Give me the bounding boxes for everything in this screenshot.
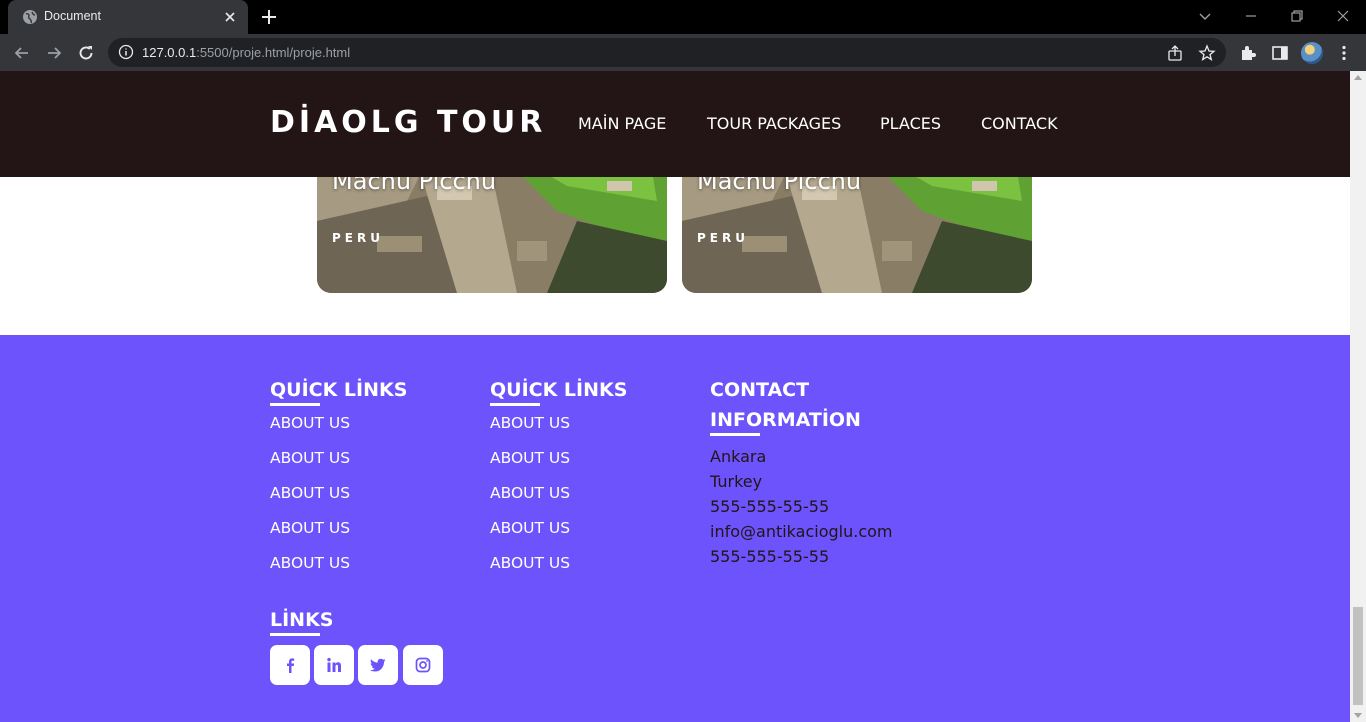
scroll-up-arrow-icon[interactable] [1354,75,1362,80]
profile-avatar[interactable] [1301,42,1323,64]
quick-links-heading: QUİCK LİNKS [270,379,408,401]
browser-tab[interactable]: Document [8,0,248,34]
contact-country: Turkey [710,472,763,491]
quick-links-heading: QUİCK LİNKS [490,379,628,401]
social-links-column: LİNKS [270,605,334,636]
nav-link-places[interactable]: PLACES [880,114,941,133]
tab-search-icon[interactable] [1197,8,1213,24]
contact-heading-line2: INFORMATİON [710,409,861,431]
url-path: :5500/proje.html/proje.html [196,45,351,60]
twitter-icon [370,658,386,672]
place-country: PERU [332,231,384,245]
linkedin-button[interactable] [314,645,354,685]
restore-icon[interactable] [1289,8,1305,24]
close-window-icon[interactable] [1335,8,1351,24]
footer-link-about-us[interactable]: ABOUT US [490,552,627,587]
nav-link-contact[interactable]: CONTACK [981,114,1058,133]
contact-heading-line1: CONTACT [710,379,810,401]
facebook-button[interactable] [270,645,310,685]
quick-links-list: ABOUT US ABOUT US ABOUT US ABOUT US ABOU… [490,412,627,587]
instagram-button[interactable] [403,645,443,685]
url-host: 127.0.0.1 [142,45,197,60]
contact-phone: 555-555-55-55 [710,547,830,566]
bookmark-star-icon[interactable] [1198,44,1216,62]
back-icon[interactable] [12,43,32,63]
page-scrollbar[interactable] [1350,71,1366,722]
contact-column: CONTACT INFORMATİON Ankara Turkey 555-55… [710,375,893,571]
facebook-icon [287,658,295,673]
footer-link-about-us[interactable]: ABOUT US [270,482,407,517]
extensions-icon[interactable] [1238,43,1258,63]
new-tab-icon[interactable] [260,8,278,26]
linkedin-icon [327,657,341,672]
minimize-icon[interactable] [1243,8,1259,24]
browser-toolbar: 127.0.0.1:5500/proje.html/proje.html [0,34,1366,71]
side-panel-icon[interactable] [1270,43,1290,63]
contact-details: Ankara Turkey 555-555-55-55 info@antikac… [710,446,893,571]
footer-link-about-us[interactable]: ABOUT US [270,447,407,482]
close-tab-icon[interactable] [222,9,238,25]
footer-link-about-us[interactable]: ABOUT US [490,412,627,447]
share-icon[interactable] [1166,44,1184,62]
more-menu-icon[interactable] [1334,43,1354,63]
quick-links-column: QUİCK LİNKS ABOUT US ABOUT US ABOUT US A… [270,375,407,587]
nav-link-tour-packages[interactable]: TOUR PACKAGES [707,114,841,133]
site-logo[interactable]: DİAOLG TOUR [270,105,546,140]
footer-link-about-us[interactable]: ABOUT US [270,517,407,552]
page-viewport: Machu Picchu PERU Machu Picchu PERU DİAO… [0,71,1350,722]
contact-city: Ankara [710,447,767,466]
footer-link-about-us[interactable]: ABOUT US [490,517,627,552]
forward-icon[interactable] [44,43,64,63]
links-heading: LİNKS [270,609,334,631]
address-bar[interactable]: 127.0.0.1:5500/proje.html/proje.html [108,38,1226,67]
footer-link-about-us[interactable]: ABOUT US [270,412,407,447]
contact-phone: 555-555-55-55 [710,497,830,516]
url-text: 127.0.0.1:5500/proje.html/proje.html [142,45,350,60]
globe-icon [23,10,37,24]
site-header: DİAOLG TOUR MAİN PAGE TOUR PACKAGES PLAC… [0,71,1350,177]
tab-title: Document [44,9,101,23]
site-footer: QUİCK LİNKS ABOUT US ABOUT US ABOUT US A… [0,335,1350,722]
browser-tab-bar: Document [0,0,1366,34]
reload-icon[interactable] [76,43,96,63]
quick-links-list: ABOUT US ABOUT US ABOUT US ABOUT US ABOU… [270,412,407,587]
contact-email[interactable]: info@antikacioglu.com [710,521,893,546]
place-country: PERU [697,231,749,245]
footer-link-about-us[interactable]: ABOUT US [270,552,407,587]
footer-link-about-us[interactable]: ABOUT US [490,482,627,517]
site-info-icon[interactable] [118,44,134,60]
quick-links-column: QUİCK LİNKS ABOUT US ABOUT US ABOUT US A… [490,375,627,587]
footer-link-about-us[interactable]: ABOUT US [490,447,627,482]
nav-link-main-page[interactable]: MAİN PAGE [578,114,666,133]
twitter-button[interactable] [358,645,398,685]
instagram-icon [415,657,431,673]
scrollbar-thumb[interactable] [1353,607,1363,705]
scroll-down-arrow-icon[interactable] [1354,713,1362,718]
